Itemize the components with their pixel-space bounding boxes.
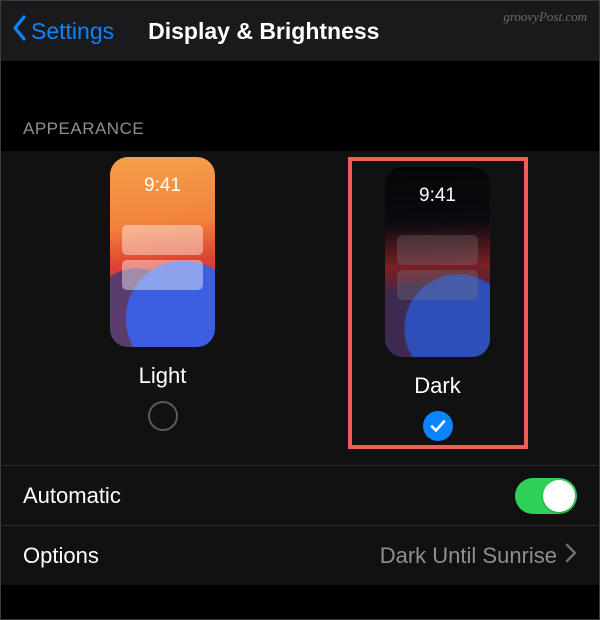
preview-widget (397, 270, 478, 300)
appearance-options: 9:41 Light 9:41 Dark (1, 151, 599, 465)
preview-widget (122, 260, 203, 290)
watermark: groovyPost.com (503, 9, 587, 25)
preview-widget (122, 225, 203, 255)
automatic-row: Automatic (1, 465, 599, 525)
back-button[interactable]: Settings (11, 14, 114, 48)
back-label: Settings (31, 18, 114, 45)
dark-preview: 9:41 (385, 167, 490, 357)
radio-selected-icon (423, 411, 453, 441)
preview-time: 9:41 (110, 175, 215, 197)
dark-label: Dark (414, 373, 460, 399)
toggle-knob (543, 480, 575, 512)
chevron-right-icon (565, 543, 577, 569)
appearance-option-light[interactable]: 9:41 Light (73, 157, 253, 449)
radio-unselected-icon (148, 401, 178, 431)
options-row[interactable]: Options Dark Until Sunrise (1, 525, 599, 585)
light-label: Light (139, 363, 187, 389)
appearance-option-dark[interactable]: 9:41 Dark (348, 157, 528, 449)
light-preview: 9:41 (110, 157, 215, 347)
chevron-left-icon (11, 14, 29, 48)
automatic-toggle[interactable] (515, 478, 577, 514)
options-label: Options (23, 543, 99, 569)
appearance-section-header: APPEARANCE (1, 61, 599, 151)
options-value: Dark Until Sunrise (380, 543, 557, 569)
preview-time: 9:41 (385, 185, 490, 207)
preview-widget (397, 235, 478, 265)
automatic-label: Automatic (23, 483, 121, 509)
